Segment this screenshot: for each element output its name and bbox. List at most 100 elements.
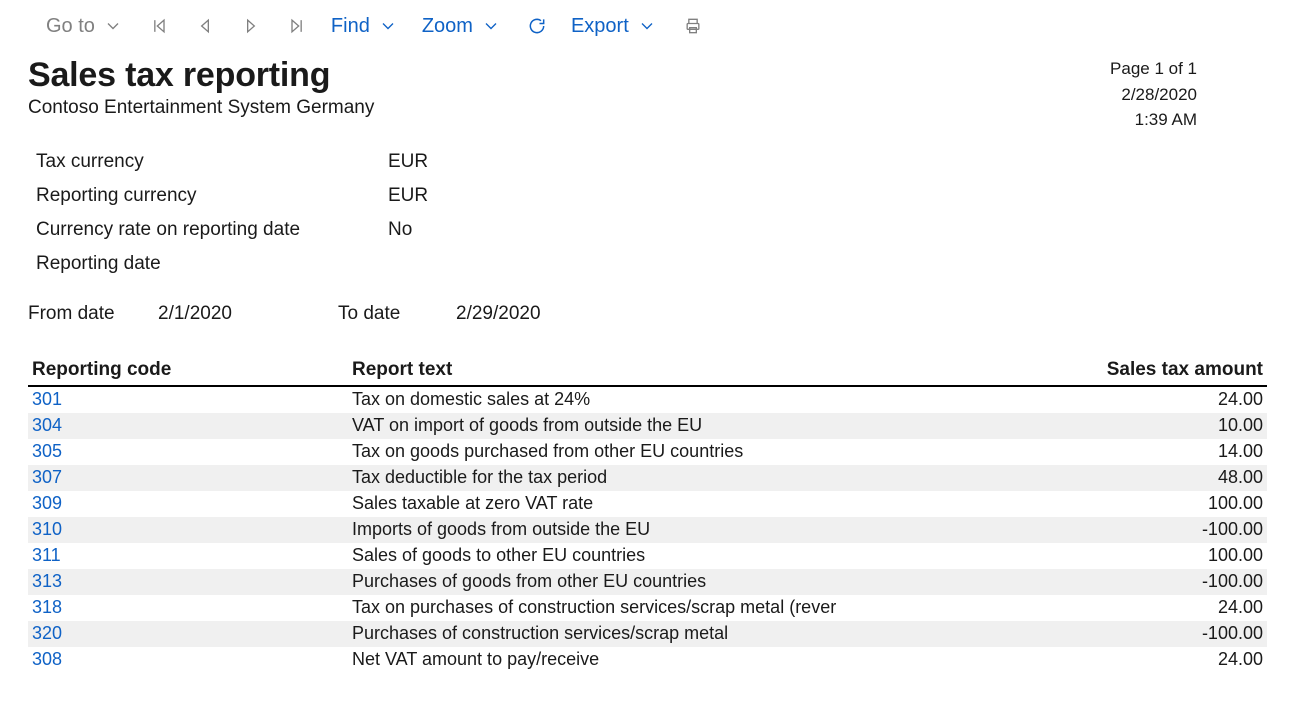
report-body: Sales tax reporting Contoso Entertainmen… [0,56,1295,703]
nav-last-button[interactable] [285,14,309,38]
table-row: 311 Sales of goods to other EU countries1… [28,543,1267,569]
chevron-down-icon [479,14,503,38]
tax-currency-label: Tax currency [28,151,388,173]
sales-tax-amount-cell: -100.00 [1087,569,1267,595]
export-label: Export [571,15,629,38]
company-name: Contoso Entertainment System Germany [28,97,374,119]
table-row: 307 Tax deductible for the tax period48.0… [28,465,1267,491]
reporting-code-link[interactable]: 301 [32,389,62,409]
table-row: 304 VAT on import of goods from outside t… [28,413,1267,439]
page-meta: Page 1 of 1 2/28/2020 1:39 AM [1110,56,1267,133]
reporting-currency-label: Reporting currency [28,185,388,207]
col-report-text: Report text [348,355,1087,386]
table-row: 301 Tax on domestic sales at 24%24.00 [28,386,1267,413]
reporting-code-cell: 301 [28,386,348,413]
report-text-cell: Sales taxable at zero VAT rate [348,491,1087,517]
to-date-label: To date [338,303,456,325]
report-text-cell: Imports of goods from outside the EU [348,517,1087,543]
report-text-cell: Tax deductible for the tax period [348,465,1087,491]
reporting-code-link[interactable]: 307 [32,467,62,487]
sales-tax-amount-cell: 100.00 [1087,491,1267,517]
print-icon [681,14,705,38]
prev-page-icon [193,14,217,38]
report-table: Reporting code Report text Sales tax amo… [28,355,1267,673]
sales-tax-amount-cell: 24.00 [1087,595,1267,621]
page-number: Page 1 of 1 [1110,56,1197,82]
nav-next-button[interactable] [239,14,263,38]
sales-tax-amount-cell: 14.00 [1087,439,1267,465]
refresh-icon [525,14,549,38]
nav-prev-button[interactable] [193,14,217,38]
currency-rate-value: No [388,219,412,241]
col-reporting-code: Reporting code [28,355,348,386]
report-title: Sales tax reporting [28,56,374,95]
reporting-code-link[interactable]: 309 [32,493,62,513]
reporting-code-link[interactable]: 308 [32,649,62,669]
export-menu[interactable]: Export [571,14,659,38]
report-text-cell: Sales of goods to other EU countries [348,543,1087,569]
nav-first-button[interactable] [147,14,171,38]
reporting-code-link[interactable]: 304 [32,415,62,435]
find-label: Find [331,15,370,38]
reporting-code-cell: 318 [28,595,348,621]
sales-tax-amount-cell: -100.00 [1087,517,1267,543]
sales-tax-amount-cell: -100.00 [1087,621,1267,647]
reporting-code-cell: 307 [28,465,348,491]
goto-label: Go to [46,15,95,38]
chevron-down-icon [101,14,125,38]
report-text-cell: Tax on goods purchased from other EU cou… [348,439,1087,465]
zoom-menu[interactable]: Zoom [422,14,503,38]
currency-rate-label: Currency rate on reporting date [28,219,388,241]
table-row: 310 Imports of goods from outside the EU-… [28,517,1267,543]
table-row: 318 Tax on purchases of construction serv… [28,595,1267,621]
print-button[interactable] [681,14,705,38]
goto-menu[interactable]: Go to [46,14,125,38]
table-row: 320 Purchases of construction services/sc… [28,621,1267,647]
sales-tax-amount-cell: 100.00 [1087,543,1267,569]
reporting-code-link[interactable]: 311 [32,545,61,565]
report-date: 2/28/2020 [1110,82,1197,108]
reporting-code-cell: 320 [28,621,348,647]
reporting-code-cell: 311 [28,543,348,569]
reporting-code-cell: 304 [28,413,348,439]
first-page-icon [147,14,171,38]
reporting-code-link[interactable]: 313 [32,571,62,591]
to-date-value: 2/29/2020 [456,303,541,325]
next-page-icon [239,14,263,38]
table-row: 305 Tax on goods purchased from other EU … [28,439,1267,465]
reporting-code-link[interactable]: 318 [32,597,62,617]
chevron-down-icon [376,14,400,38]
find-menu[interactable]: Find [331,14,400,38]
sales-tax-amount-cell: 24.00 [1087,386,1267,413]
reporting-code-link[interactable]: 305 [32,441,62,461]
from-date-label: From date [28,303,158,325]
tax-currency-value: EUR [388,151,428,173]
table-row: 308 Net VAT amount to pay/receive24.00 [28,647,1267,673]
report-text-cell: Tax on domestic sales at 24% [348,386,1087,413]
sales-tax-amount-cell: 10.00 [1087,413,1267,439]
report-text-cell: Purchases of goods from other EU countri… [348,569,1087,595]
from-date-value: 2/1/2020 [158,303,338,325]
reporting-currency-value: EUR [388,185,428,207]
reporting-code-cell: 309 [28,491,348,517]
refresh-button[interactable] [525,14,549,38]
report-text-cell: Tax on purchases of construction service… [348,595,1087,621]
report-time: 1:39 AM [1110,107,1197,133]
reporting-code-cell: 308 [28,647,348,673]
zoom-label: Zoom [422,15,473,38]
last-page-icon [285,14,309,38]
chevron-down-icon [635,14,659,38]
col-sales-tax-amount: Sales tax amount [1087,355,1267,386]
report-text-cell: VAT on import of goods from outside the … [348,413,1087,439]
reporting-code-link[interactable]: 310 [32,519,62,539]
report-text-cell: Net VAT amount to pay/receive [348,647,1087,673]
report-toolbar: Go to Find Zoom [0,0,1295,56]
table-row: 309 Sales taxable at zero VAT rate100.00 [28,491,1267,517]
reporting-code-cell: 305 [28,439,348,465]
reporting-code-cell: 310 [28,517,348,543]
report-text-cell: Purchases of construction services/scrap… [348,621,1087,647]
sales-tax-amount-cell: 24.00 [1087,647,1267,673]
reporting-code-link[interactable]: 320 [32,623,62,643]
sales-tax-amount-cell: 48.00 [1087,465,1267,491]
reporting-date-label: Reporting date [28,253,388,275]
